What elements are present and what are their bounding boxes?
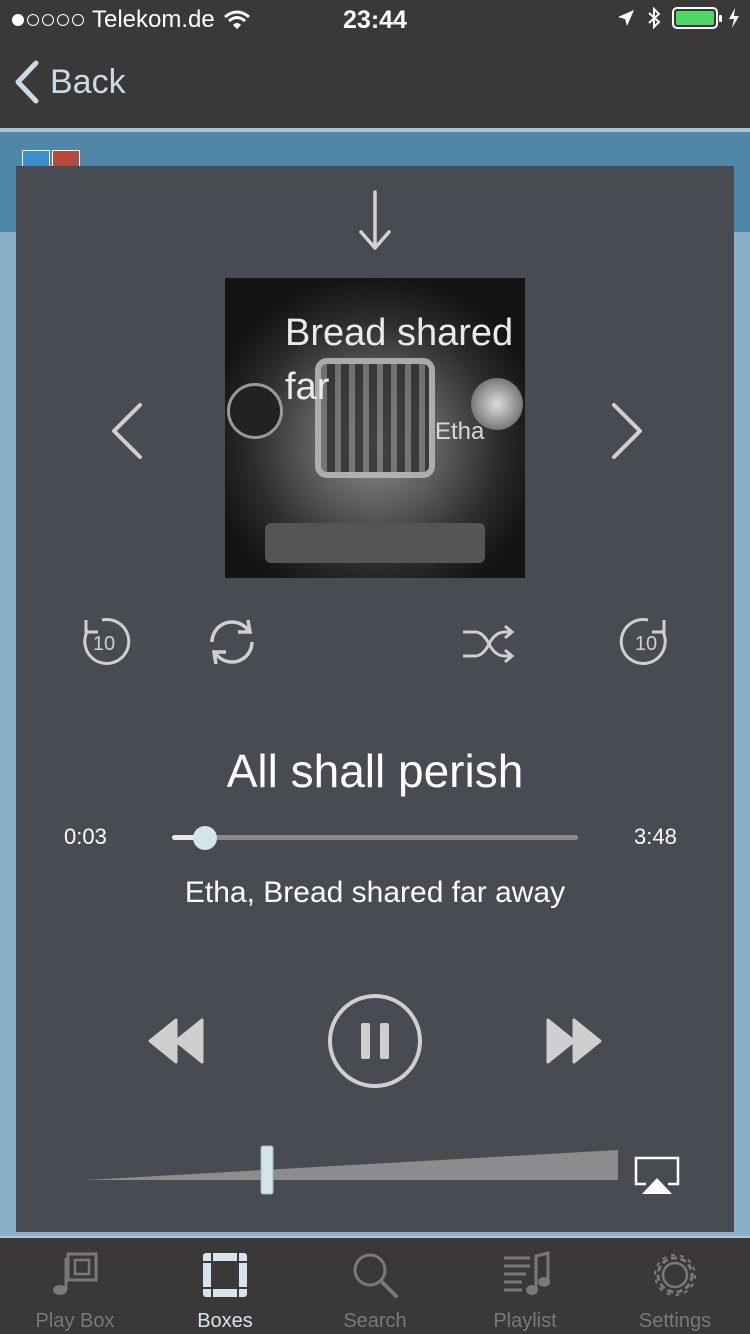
cover-title-text: Bread shared far <box>285 312 514 408</box>
volume-thumb[interactable] <box>260 1145 274 1195</box>
skip-back-label: 10 <box>93 633 115 655</box>
status-bar: Telekom.de 23:44 <box>0 0 750 40</box>
back-button[interactable]: Back <box>14 60 126 104</box>
progress-slider[interactable] <box>172 826 578 850</box>
playlist-icon <box>504 1251 550 1295</box>
skip-forward-label: 10 <box>635 633 657 655</box>
cover-art-detail <box>227 383 283 439</box>
tab-label: Search <box>343 1310 407 1332</box>
chevron-left-icon <box>15 60 39 104</box>
tab-bar: Play Box Boxes Search Playlist Settings <box>0 1236 750 1334</box>
pause-icon <box>361 1023 370 1059</box>
battery-level <box>676 11 714 25</box>
arrow-down-icon[interactable] <box>355 190 395 252</box>
tab-settings[interactable]: Settings <box>600 1238 750 1334</box>
tab-label: Playlist <box>493 1310 557 1332</box>
album-cover: Bread shared far Etha <box>225 278 525 578</box>
play-box-icon <box>53 1252 98 1295</box>
tab-label: Boxes <box>197 1310 253 1332</box>
cover-art-detail <box>265 523 485 563</box>
progress-thumb[interactable] <box>193 826 218 850</box>
battery-icon <box>672 7 722 29</box>
tab-play-box[interactable]: Play Box <box>0 1238 150 1334</box>
status-right <box>616 6 740 30</box>
gear-icon <box>654 1254 696 1296</box>
fast-forward-icon[interactable] <box>544 1016 604 1066</box>
rewind-icon[interactable] <box>146 1016 206 1066</box>
charging-bolt-icon <box>729 8 739 28</box>
back-label: Back <box>50 62 126 101</box>
skip-back-10-icon[interactable]: 10 <box>76 614 132 670</box>
track-title: All shall perish <box>226 745 524 797</box>
tab-search[interactable]: Search <box>300 1238 450 1334</box>
pause-button[interactable] <box>326 992 424 1090</box>
volume-track <box>86 1150 618 1180</box>
skip-forward-10-icon[interactable]: 10 <box>618 614 674 670</box>
bluetooth-icon <box>648 6 661 30</box>
progress-track <box>172 835 578 840</box>
tab-label: Play Box <box>35 1310 115 1332</box>
artist-album-text: Etha, Bread shared far away <box>184 876 566 909</box>
shuffle-icon[interactable] <box>459 616 515 672</box>
search-icon <box>353 1253 398 1298</box>
airplay-icon[interactable] <box>634 1156 680 1196</box>
tab-playlist[interactable]: Playlist <box>450 1238 600 1334</box>
elapsed-time: 0:03 <box>64 824 107 849</box>
previous-album-chevron-icon[interactable] <box>108 402 148 460</box>
boxes-icon <box>203 1253 247 1297</box>
total-time: 3:48 <box>634 824 677 849</box>
tab-label: Settings <box>638 1310 712 1332</box>
next-album-chevron-icon[interactable] <box>606 402 646 460</box>
cover-artist-text: Etha <box>435 418 485 445</box>
navigation-bar: Back <box>0 40 750 128</box>
location-arrow-icon <box>618 10 634 26</box>
repeat-icon[interactable] <box>204 614 260 670</box>
tab-boxes[interactable]: Boxes <box>150 1238 300 1334</box>
now-playing-panel: Bread shared far Etha 10 10 All shall pe… <box>16 166 734 1232</box>
volume-slider[interactable] <box>86 1144 618 1200</box>
nav-divider <box>0 128 750 132</box>
